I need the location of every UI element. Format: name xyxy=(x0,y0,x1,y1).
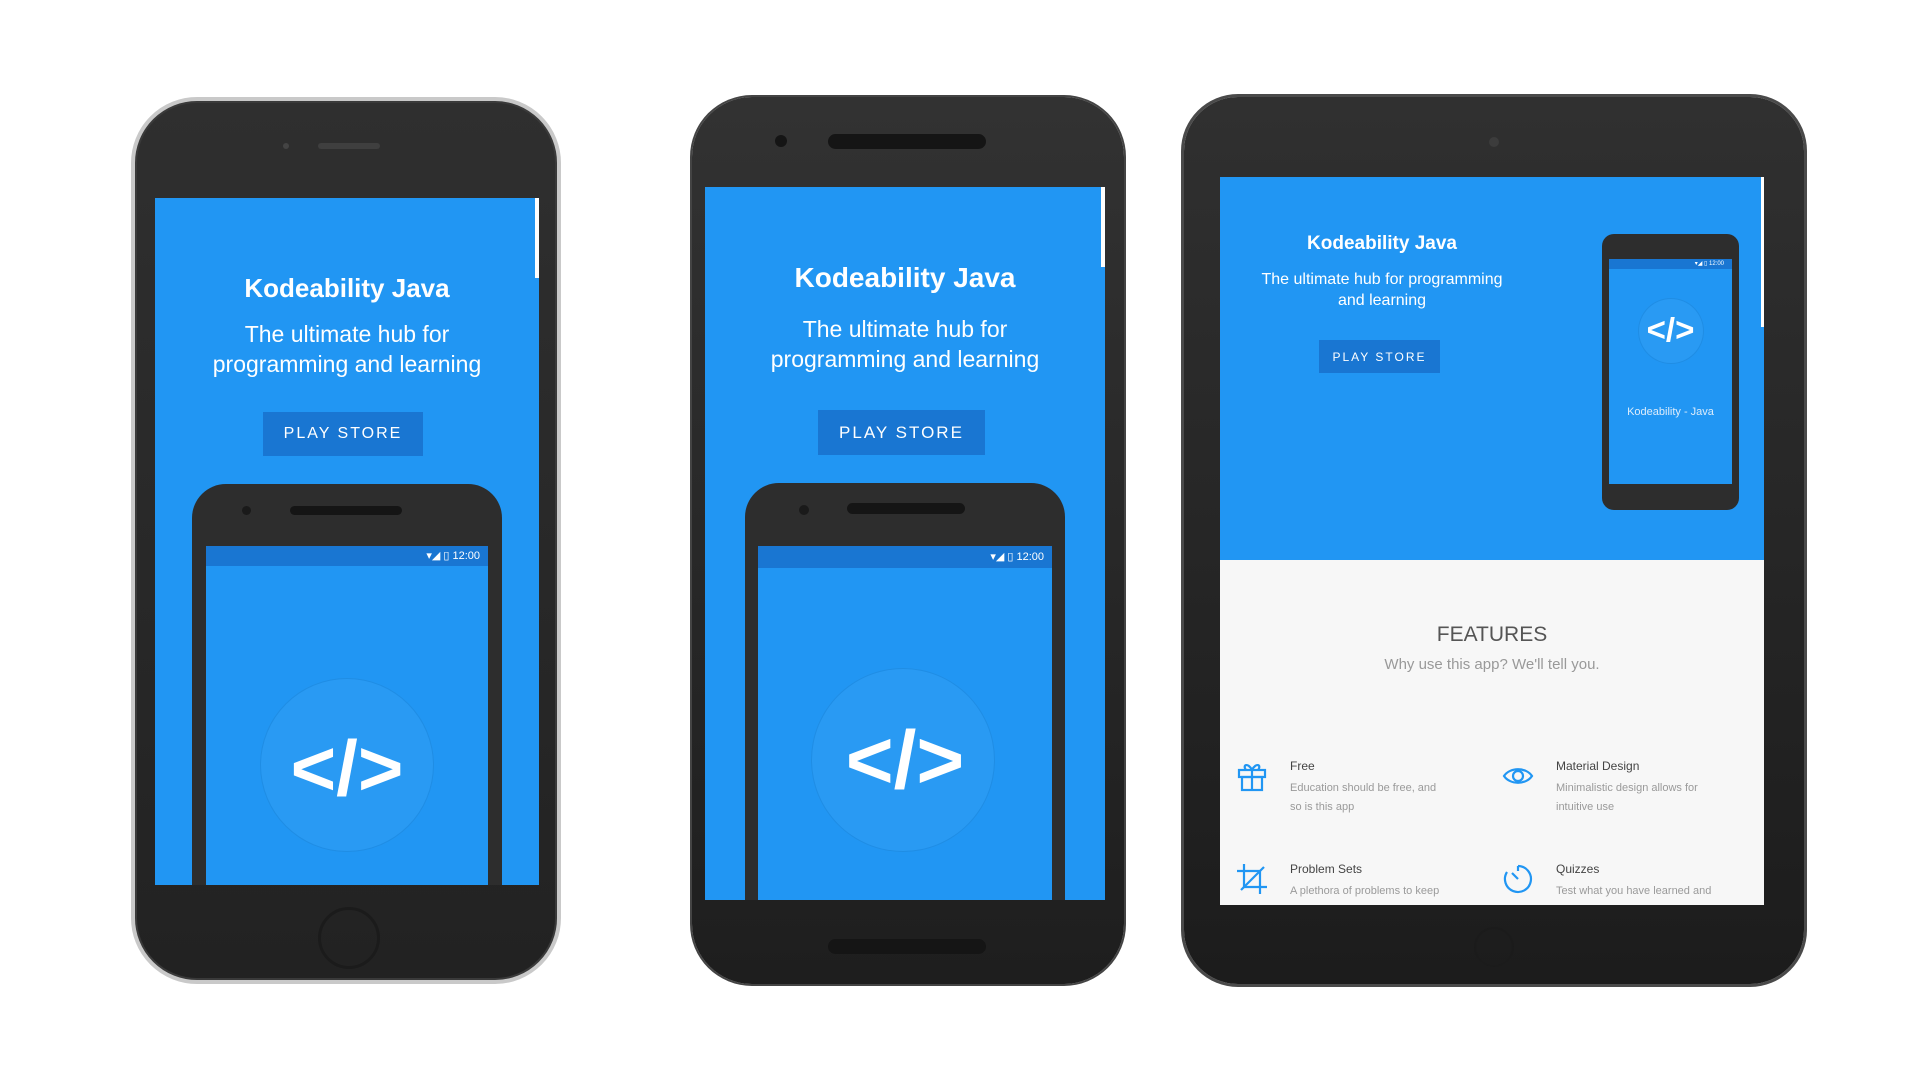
app-tagline: The ultimate hub for programming and lea… xyxy=(1220,270,1544,312)
tagline-line-2: programming and learning xyxy=(770,345,1040,372)
feature-desc-line: intuitive use xyxy=(1556,800,1615,813)
features-subheading: Why use this app? We'll tell you. xyxy=(1384,656,1600,673)
status-icons: ▾◢ ▯ xyxy=(990,551,1017,563)
feature-desc-line: Minimalistic design allows for xyxy=(1556,782,1698,794)
feature-description: A plethora of problems to keep xyxy=(1290,882,1475,901)
tagline-line-1: The ultimate hub for xyxy=(244,321,450,347)
preview-camera xyxy=(242,506,251,515)
scrollbar[interactable] xyxy=(1101,187,1105,267)
app-tagline: The ultimate hub for programming and lea… xyxy=(155,320,539,380)
front-camera xyxy=(775,135,787,147)
preview-screen: ▾◢ ▯ 12:00 </> xyxy=(206,546,488,885)
status-bar: ▾◢ ▯ 12:00 xyxy=(758,546,1052,568)
gift-icon xyxy=(1237,764,1267,792)
preview-speaker xyxy=(290,506,402,515)
bottom-speaker xyxy=(828,939,986,954)
tablet-mockup: Kodeability Java The ultimate hub for pr… xyxy=(1184,97,1804,984)
status-time: 12:00 xyxy=(452,550,480,562)
status-icons: ▾◢ ▯ xyxy=(1694,261,1709,267)
status-bar: ▾◢ ▯ 12:00 xyxy=(1609,259,1732,269)
play-store-button[interactable]: PLAY STORE xyxy=(263,412,423,456)
hero-section: Kodeability Java The ultimate hub for pr… xyxy=(1220,177,1764,560)
tagline-line-1: The ultimate hub for programming xyxy=(1261,271,1503,288)
splash-caption: Kodeability - Java xyxy=(1627,406,1714,418)
feature-desc-line: Test what you have learned and xyxy=(1556,885,1712,897)
earpiece-speaker xyxy=(318,143,380,149)
feature-title: Material Design xyxy=(1556,759,1640,773)
feature-desc-line: Education should be free, and xyxy=(1290,782,1437,794)
scrollbar[interactable] xyxy=(1761,177,1764,327)
crop-icon xyxy=(1237,864,1267,894)
front-camera xyxy=(1489,137,1499,147)
top-speaker xyxy=(828,134,986,149)
app-title: Kodeability Java xyxy=(794,262,1016,293)
tablet-screen: Kodeability Java The ultimate hub for pr… xyxy=(1220,177,1764,905)
home-button[interactable] xyxy=(318,907,380,969)
scrollbar[interactable] xyxy=(535,198,539,278)
play-store-button[interactable]: PLAY STORE xyxy=(1319,340,1440,373)
app-title: Kodeability Java xyxy=(244,273,450,303)
preview-speaker xyxy=(847,503,965,514)
code-logo-icon: </> xyxy=(1646,311,1695,348)
status-time: 12:00 xyxy=(1016,551,1044,563)
feature-title: Free xyxy=(1290,759,1315,773)
status-bar: ▾◢ ▯ 12:00 xyxy=(206,546,488,566)
front-camera xyxy=(283,143,289,149)
timer-icon xyxy=(1503,864,1533,894)
android-phone-mockup: Kodeability Java The ultimate hub for pr… xyxy=(692,97,1124,984)
features-heading: FEATURES xyxy=(1436,623,1548,646)
feature-description: Education should be free, and so is this… xyxy=(1290,779,1475,816)
iphone-screen: Kodeability Java The ultimate hub for pr… xyxy=(155,198,539,885)
android-screen: Kodeability Java The ultimate hub for pr… xyxy=(705,187,1105,900)
preview-camera xyxy=(799,505,809,515)
eye-icon xyxy=(1502,768,1534,784)
feature-desc-line: so is this app xyxy=(1290,800,1355,813)
iphone-mockup: Kodeability Java The ultimate hub for pr… xyxy=(131,97,561,984)
app-title: Kodeability Java xyxy=(1307,233,1457,254)
feature-description: Test what you have learned and xyxy=(1556,882,1741,901)
feature-title: Quizzes xyxy=(1556,862,1600,876)
app-tagline: The ultimate hub for programming and lea… xyxy=(705,315,1105,375)
preview-screen: ▾◢ ▯ 12:00 </> Kodeability - Java xyxy=(1609,259,1732,484)
status-icons: ▾◢ ▯ xyxy=(426,550,453,562)
home-button[interactable] xyxy=(1474,927,1514,967)
phone-preview: ▾◢ ▯ 12:00 </> xyxy=(745,483,1065,900)
status-time: 12:00 xyxy=(1708,261,1724,267)
phone-preview: ▾◢ ▯ 12:00 </> xyxy=(192,484,502,885)
tagline-line-2: and learning xyxy=(1337,291,1427,309)
feature-description: Minimalistic design allows for intuitive… xyxy=(1556,779,1741,816)
tagline-line-1: The ultimate hub for xyxy=(802,316,1008,342)
preview-screen: ▾◢ ▯ 12:00 </> xyxy=(758,546,1052,900)
tagline-line-2: programming and learning xyxy=(212,350,482,377)
phone-preview: ▾◢ ▯ 12:00 </> Kodeability - Java xyxy=(1602,234,1739,510)
feature-title: Problem Sets xyxy=(1290,862,1363,876)
code-logo-icon: </> xyxy=(290,724,404,812)
code-logo-icon: </> xyxy=(845,715,965,806)
feature-desc-line: A plethora of problems to keep xyxy=(1290,885,1440,897)
play-store-button[interactable]: PLAY STORE xyxy=(818,410,985,455)
